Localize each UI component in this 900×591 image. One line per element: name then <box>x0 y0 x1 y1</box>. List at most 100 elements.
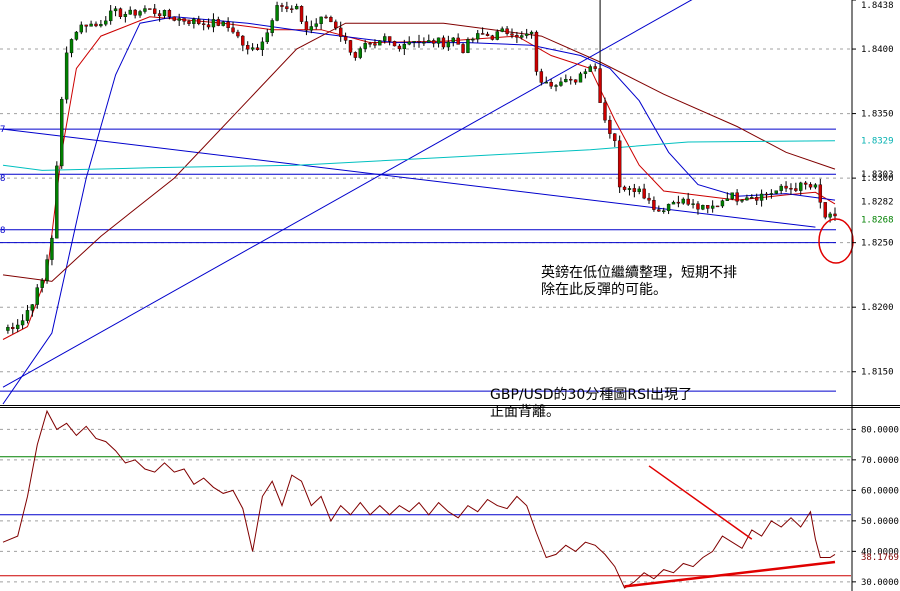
y-tick-label: 1.8200 <box>861 303 894 313</box>
candle-body <box>774 190 778 194</box>
candle-body <box>324 16 328 19</box>
candle-body <box>226 21 230 29</box>
candle-body <box>637 188 641 192</box>
candle-body <box>794 188 798 191</box>
candle-body <box>197 18 201 24</box>
candle-body <box>652 200 656 210</box>
candle-body <box>172 16 176 21</box>
rsi-y-tick-label: 70.0000 <box>861 456 899 466</box>
rsi-divergence-line <box>624 560 836 588</box>
candle-body <box>515 35 519 38</box>
highlight-circle <box>818 218 854 264</box>
rsi-y-tick-label: 30.0000 <box>861 578 899 588</box>
candle-body <box>662 210 666 212</box>
candle-body <box>554 85 558 87</box>
left-edge-label: 8 <box>0 226 5 236</box>
candle-body <box>177 18 181 21</box>
candle-body <box>231 27 235 33</box>
candle-body <box>167 10 172 18</box>
candle-body <box>510 33 514 36</box>
candle-body <box>387 36 392 42</box>
candle-body <box>495 31 500 40</box>
candle-body <box>706 205 710 209</box>
candle-body <box>500 28 504 32</box>
y-tick-label: 1.8438 <box>861 1 894 11</box>
candle-body <box>745 197 749 201</box>
candle-body <box>740 199 744 202</box>
candle-body <box>617 140 622 188</box>
candle-body <box>216 19 221 26</box>
candle-body <box>539 71 544 83</box>
candle-body <box>769 193 774 195</box>
main-price-pane: 7 8 8 <box>0 0 854 405</box>
candle-body <box>338 27 343 37</box>
candle-body <box>544 82 548 84</box>
candle-body <box>828 213 832 218</box>
candle-body <box>270 20 274 33</box>
candle-body <box>696 203 700 210</box>
candle-body <box>319 16 323 24</box>
candle-body <box>578 73 583 83</box>
candle-body <box>529 31 534 34</box>
candle-body <box>290 8 294 10</box>
candle-body <box>441 37 446 48</box>
candle-body <box>436 37 441 44</box>
candle-body <box>182 18 186 22</box>
candle-body <box>759 193 764 201</box>
candle-body <box>250 47 255 50</box>
candle-body <box>280 5 284 7</box>
candle-body <box>710 205 715 209</box>
candle-body <box>153 8 157 14</box>
candle-body <box>622 186 627 190</box>
candle-body <box>823 202 827 218</box>
candle-body <box>784 185 788 189</box>
candle-body <box>691 203 695 205</box>
candle-body <box>799 182 803 191</box>
y-tick-label: 1.8350 <box>861 110 894 120</box>
price-label: 1.8303 <box>861 170 894 180</box>
candle-body <box>11 327 15 329</box>
candle-body <box>676 201 681 204</box>
candle-body <box>255 47 260 50</box>
candle-body <box>89 23 93 27</box>
candle-body <box>583 71 588 74</box>
candle-body <box>520 35 524 38</box>
candle-body <box>60 99 64 167</box>
candle-body <box>138 11 142 16</box>
candle-body <box>148 8 152 10</box>
candle-body <box>373 43 377 46</box>
candle-body <box>456 37 460 45</box>
candle-body <box>314 23 318 27</box>
candle-body <box>417 41 421 43</box>
candle-body <box>466 39 470 53</box>
rsi-pane <box>0 409 851 589</box>
candle-body <box>613 133 617 141</box>
candle-body <box>642 188 646 199</box>
candle-body <box>593 66 597 69</box>
candle-body <box>407 41 411 45</box>
candle-body <box>750 197 754 199</box>
candle-body <box>74 31 79 40</box>
candle-body <box>64 52 69 100</box>
candle-body <box>833 213 837 217</box>
y-tick-label: 1.8400 <box>861 45 894 55</box>
candle-body <box>246 45 250 50</box>
candle-body <box>485 33 490 36</box>
candle-body <box>358 48 362 58</box>
candle-body <box>505 28 509 34</box>
candle-body <box>363 43 367 49</box>
rsi-line <box>2 409 836 589</box>
candle-body <box>549 82 553 87</box>
y-tick-label: 1.8150 <box>861 368 894 378</box>
candle-body <box>40 280 44 288</box>
candle-body <box>657 209 661 212</box>
moving-average-line <box>2 16 836 405</box>
candle-body <box>123 14 128 17</box>
candle-body <box>647 197 651 201</box>
candle-body <box>412 41 416 43</box>
candle-body <box>681 198 685 204</box>
candle-body <box>275 5 279 21</box>
left-edge-label: 7 <box>0 125 5 135</box>
candle-body <box>79 24 84 33</box>
candle-body <box>735 192 739 202</box>
